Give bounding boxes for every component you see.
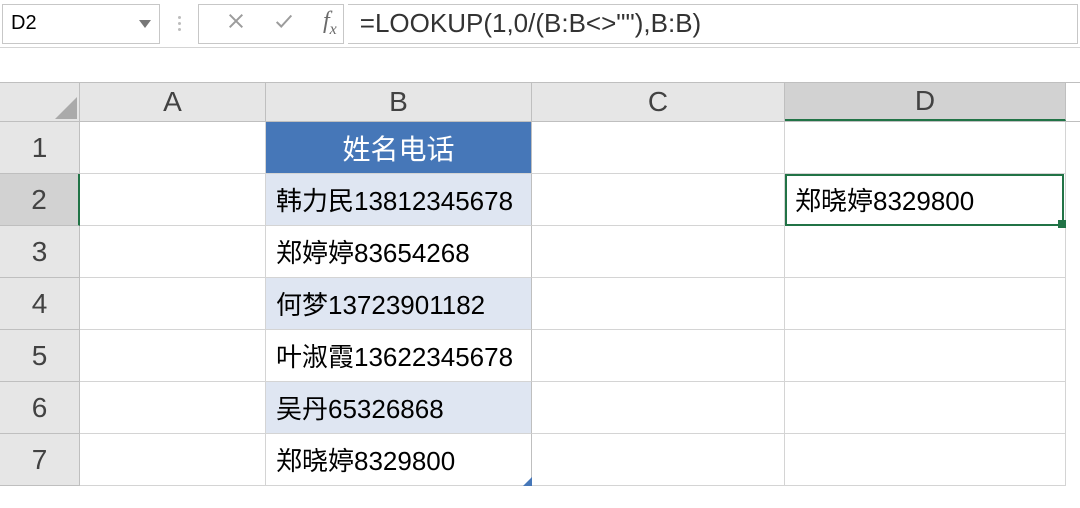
vertical-dots-icon[interactable] [164,16,194,31]
cell-C3[interactable] [532,226,785,278]
row-header-5[interactable]: 5 [0,330,80,382]
formula-text: =LOOKUP(1,0/(B:B<>""),B:B) [360,8,701,39]
formula-tools: fx [198,4,344,44]
cell-C5[interactable] [532,330,785,382]
formula-bar: D2 fx =LOOKUP(1,0/(B:B<>""),B:B) [0,0,1080,48]
cell-D2[interactable]: 郑晓婷8329800 [785,174,1066,226]
cell-A1[interactable] [80,122,266,174]
cell-B5[interactable]: 叶淑霞13622345678 [266,330,532,382]
cell-C7[interactable] [532,434,785,486]
spreadsheet-grid: A B C D 1 姓名电话 2 韩力民13812345678 郑晓婷83298… [0,82,1080,486]
row-header-3[interactable]: 3 [0,226,80,278]
table-row: 3 郑婷婷83654268 [0,226,1080,278]
cell-C1[interactable] [532,122,785,174]
cell-C4[interactable] [532,278,785,330]
column-headers: A B C D [0,82,1080,122]
cell-text: 郑晓婷8329800 [276,441,455,478]
cell-text: 郑晓婷8329800 [795,181,974,218]
col-header-A[interactable]: A [80,83,266,121]
cell-C2[interactable] [532,174,785,226]
name-box-value: D2 [11,12,139,35]
row-header-6[interactable]: 6 [0,382,80,434]
row-header-7[interactable]: 7 [0,434,80,486]
row-header-1[interactable]: 1 [0,122,80,174]
cell-text: 韩力民13812345678 [276,181,513,218]
cell-text: 吴丹65326868 [276,389,444,426]
cell-D3[interactable] [785,226,1066,278]
cell-A6[interactable] [80,382,266,434]
table-resize-handle-icon[interactable] [523,477,532,486]
select-all-button[interactable] [0,83,80,121]
cell-B6[interactable]: 吴丹65326868 [266,382,532,434]
cell-B3[interactable]: 郑婷婷83654268 [266,226,532,278]
cell-text: 郑婷婷83654268 [276,233,470,270]
cell-A7[interactable] [80,434,266,486]
cell-A4[interactable] [80,278,266,330]
table-header-cell[interactable]: 姓名电话 [266,122,532,174]
cell-A3[interactable] [80,226,266,278]
table-header-text: 姓名电话 [342,128,454,168]
cell-D6[interactable] [785,382,1066,434]
col-header-D[interactable]: D [785,83,1066,121]
table-row: 4 何梦13723901182 [0,278,1080,330]
fx-icon[interactable]: fx [323,8,337,39]
row-header-4[interactable]: 4 [0,278,80,330]
dropdown-arrow-icon[interactable] [139,20,151,28]
cell-C6[interactable] [532,382,785,434]
cancel-icon[interactable] [227,12,245,35]
accept-icon[interactable] [273,10,295,37]
cell-D1[interactable] [785,122,1066,174]
table-row: 5 叶淑霞13622345678 [0,330,1080,382]
row-header-2[interactable]: 2 [0,174,80,226]
col-header-B[interactable]: B [266,83,532,121]
cell-text: 何梦13723901182 [276,285,485,322]
cell-B4[interactable]: 何梦13723901182 [266,278,532,330]
table-row: 7 郑晓婷8329800 [0,434,1080,486]
name-box[interactable]: D2 [2,4,160,44]
cell-D7[interactable] [785,434,1066,486]
cell-A2[interactable] [80,174,266,226]
cell-A5[interactable] [80,330,266,382]
cell-B7[interactable]: 郑晓婷8329800 [266,434,532,486]
table-row: 2 韩力民13812345678 郑晓婷8329800 [0,174,1080,226]
table-row: 6 吴丹65326868 [0,382,1080,434]
table-row: 1 姓名电话 [0,122,1080,174]
cell-B2[interactable]: 韩力民13812345678 [266,174,532,226]
cell-D5[interactable] [785,330,1066,382]
col-header-C[interactable]: C [532,83,785,121]
formula-input[interactable]: =LOOKUP(1,0/(B:B<>""),B:B) [348,4,1078,44]
cell-D4[interactable] [785,278,1066,330]
cell-text: 叶淑霞13622345678 [276,337,513,374]
